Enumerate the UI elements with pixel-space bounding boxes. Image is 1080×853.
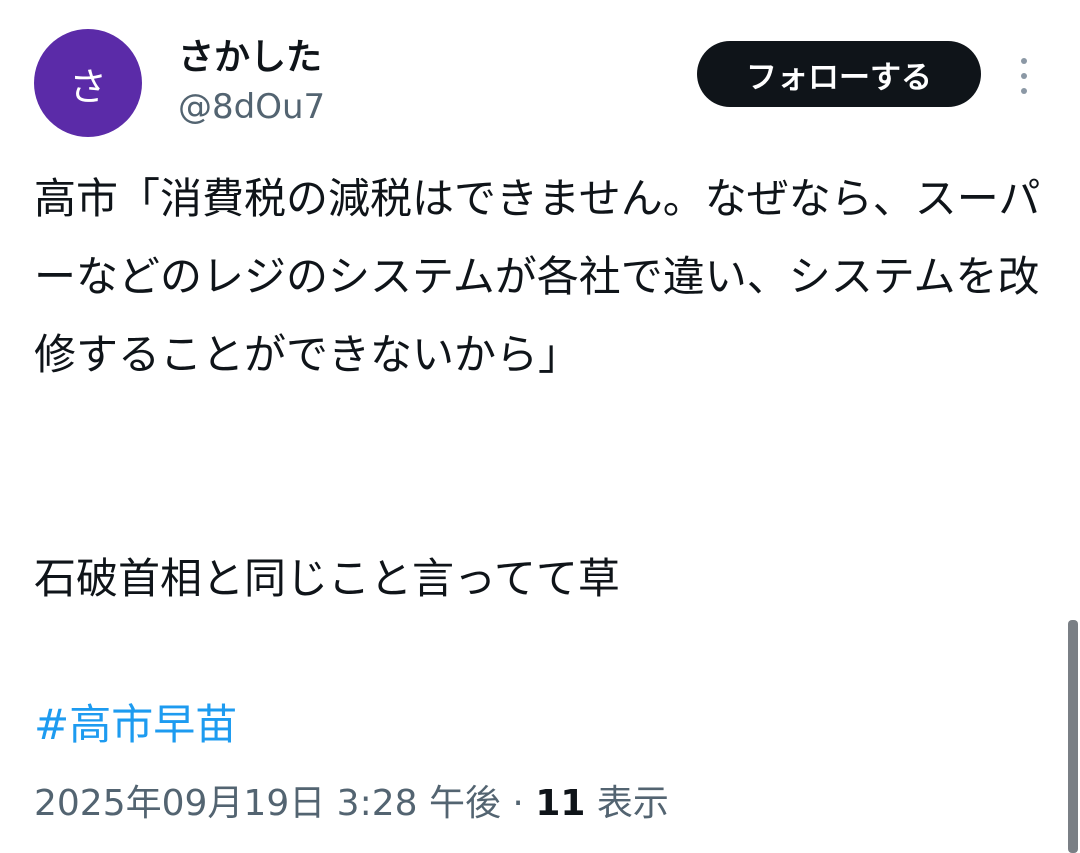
avatar-letter: さ (68, 64, 107, 109)
tweet-meta: 2025年09月19日 3:28 午後 · 11 表示 (34, 772, 669, 836)
scrollbar[interactable] (1068, 620, 1078, 853)
more-dot (1021, 58, 1027, 64)
more-dot (1021, 73, 1027, 79)
avatar[interactable]: さ (34, 29, 142, 137)
author-handle[interactable]: @8dOu7 (178, 86, 325, 128)
views-count: 11 (535, 783, 586, 824)
follow-button[interactable]: フォローする (697, 41, 981, 107)
views-label: 表示 (596, 783, 669, 824)
timestamp-link[interactable]: 2025年09月19日 3:28 午後 (34, 783, 501, 824)
tweet-text-comment: 石破首相と同じこと言ってて草 (34, 554, 620, 603)
meta-separator: · (512, 783, 524, 824)
tweet-text: 高市「消費税の減税はできません。なぜなら、スーパーなどのレジのシステムが各社で違… (34, 174, 1041, 379)
hashtag-link[interactable]: #高市早苗 (34, 686, 237, 764)
author-display-name[interactable]: さかした (178, 36, 322, 80)
more-dot (1021, 88, 1027, 94)
more-vertical-icon[interactable] (1014, 58, 1034, 94)
